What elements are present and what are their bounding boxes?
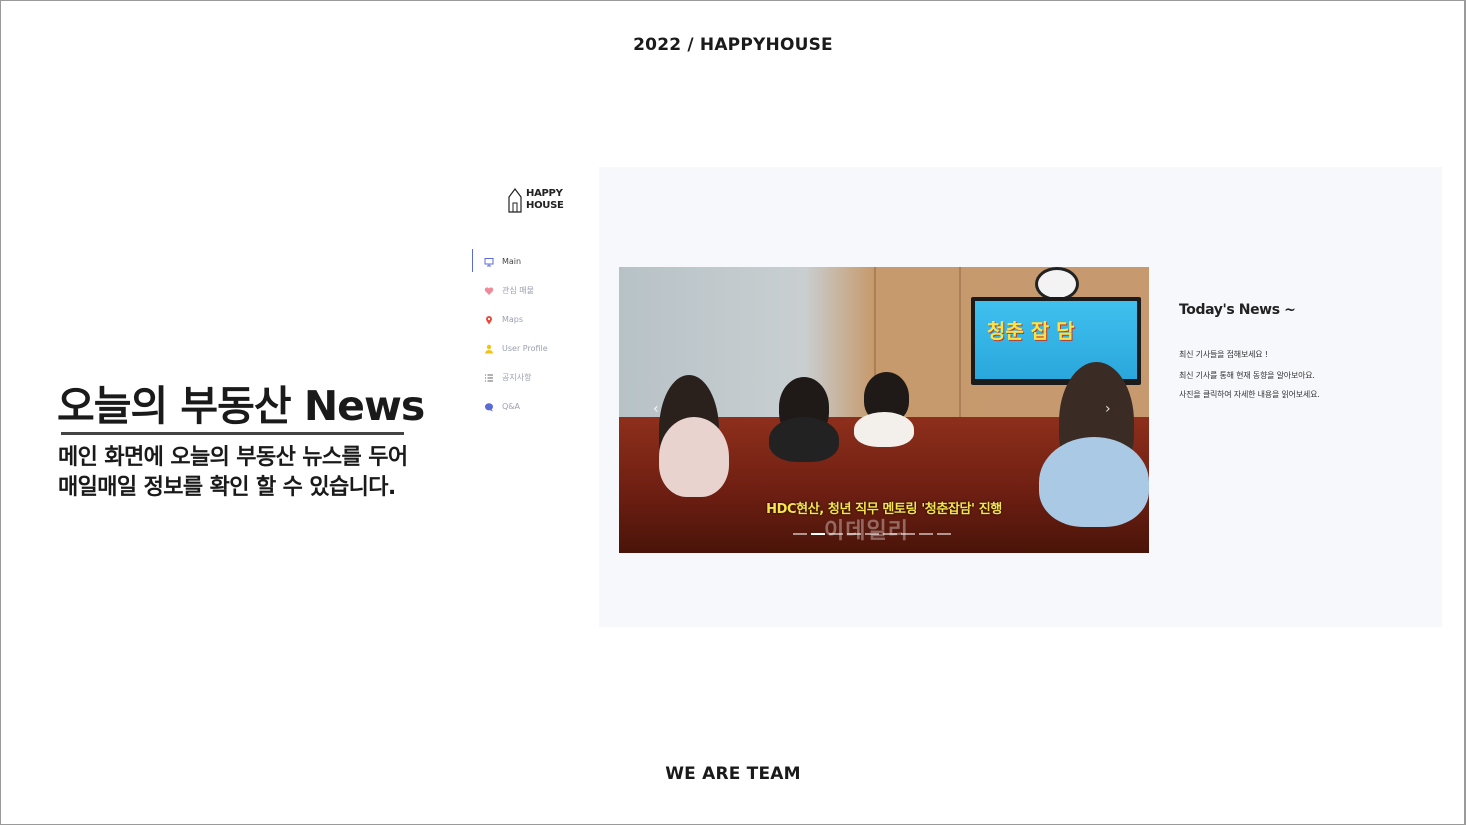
carousel-indicators [793,533,951,535]
sidebar-item-notices[interactable]: 공지사항 [470,363,599,392]
map-pin-icon [483,314,494,325]
carousel-indicator-active[interactable] [811,533,825,535]
sidebar-item-favorites[interactable]: 관심 매물 [470,276,599,305]
news-title: Today's News ~ [1179,302,1296,318]
description-line: 매일매일 정보를 확인 할 수 있습니다. [58,475,396,500]
chat-bubble-icon [483,401,494,412]
house-icon [508,188,522,213]
sidebar-item-maps[interactable]: Maps [470,305,599,334]
sidebar-item-qna[interactable]: Q&A [470,392,599,421]
sidebar-item-user-profile[interactable]: User Profile [470,334,599,363]
slide-description: 메인 화면에 오늘의 부동산 뉴스를 두어 매일매일 정보를 확인 할 수 있습… [58,443,408,503]
news-description-line: 최신 기사를 통해 현재 동향을 알아보아요. [1179,371,1315,380]
app-logo[interactable]: HAPPY HOUSE [508,187,564,213]
photo-person [854,412,914,447]
sidebar-item-main[interactable]: Main [470,247,599,276]
carousel-indicator[interactable] [865,533,879,535]
logo-line: HOUSE [526,200,564,211]
user-icon [483,343,494,354]
app-sidebar: HAPPY HOUSE Main 관심 매물 Maps User Profile… [470,167,599,627]
sidebar-item-label: Q&A [502,402,521,411]
logo-text: HAPPY HOUSE [526,188,564,212]
photo-tv-text: 청춘 잡 담 [987,319,1075,343]
photo-person [659,417,729,497]
sidebar-item-label: Main [502,257,522,266]
monitor-icon [483,256,494,267]
news-carousel[interactable]: 청춘 잡 담 ‹ › HDC현산, 청년 직무 멘토링 '청춘잡담' 진행 이데… [619,267,1149,553]
carousel-indicator[interactable] [829,533,843,535]
app-main-content: 청춘 잡 담 ‹ › HDC현산, 청년 직무 멘토링 '청춘잡담' 진행 이데… [599,167,1442,627]
logo-line: HAPPY [526,188,563,199]
carousel-watermark: 이데일리 [824,519,909,544]
carousel-next-arrow-icon[interactable]: › [1105,401,1111,417]
news-description-line: 사진을 클릭하여 자세한 내용을 읽어보세요. [1179,390,1320,399]
slide-headline: 오늘의 부동산 News [57,382,425,430]
sidebar-item-label: 공지사항 [502,373,532,382]
carousel-indicator[interactable] [793,533,807,535]
list-icon [483,372,494,383]
slide-top-label: 2022 / HAPPYHOUSE [633,35,833,55]
carousel-indicator[interactable] [901,533,915,535]
headline-underline [61,432,404,435]
carousel-indicator[interactable] [847,533,861,535]
sidebar-item-label: 관심 매물 [502,286,534,295]
slide-bottom-label: WE ARE TEAM [665,764,801,784]
news-description-line: 최신 기사들을 접해보세요 ! [1179,350,1268,359]
photo-clock [1035,267,1079,301]
photo-person [769,417,839,462]
app-screenshot: HAPPY HOUSE Main 관심 매물 Maps User Profile… [470,167,1442,627]
carousel-indicator[interactable] [919,533,933,535]
carousel-indicator[interactable] [883,533,897,535]
carousel-prev-arrow-icon[interactable]: ‹ [653,401,659,417]
sidebar-item-label: User Profile [502,344,548,353]
sidebar-nav: Main 관심 매물 Maps User Profile 공지사항 Q&A [470,247,599,421]
heart-icon [483,285,494,296]
carousel-indicator[interactable] [937,533,951,535]
description-line: 메인 화면에 오늘의 부동산 뉴스를 두어 [58,445,408,470]
sidebar-item-label: Maps [502,315,524,324]
